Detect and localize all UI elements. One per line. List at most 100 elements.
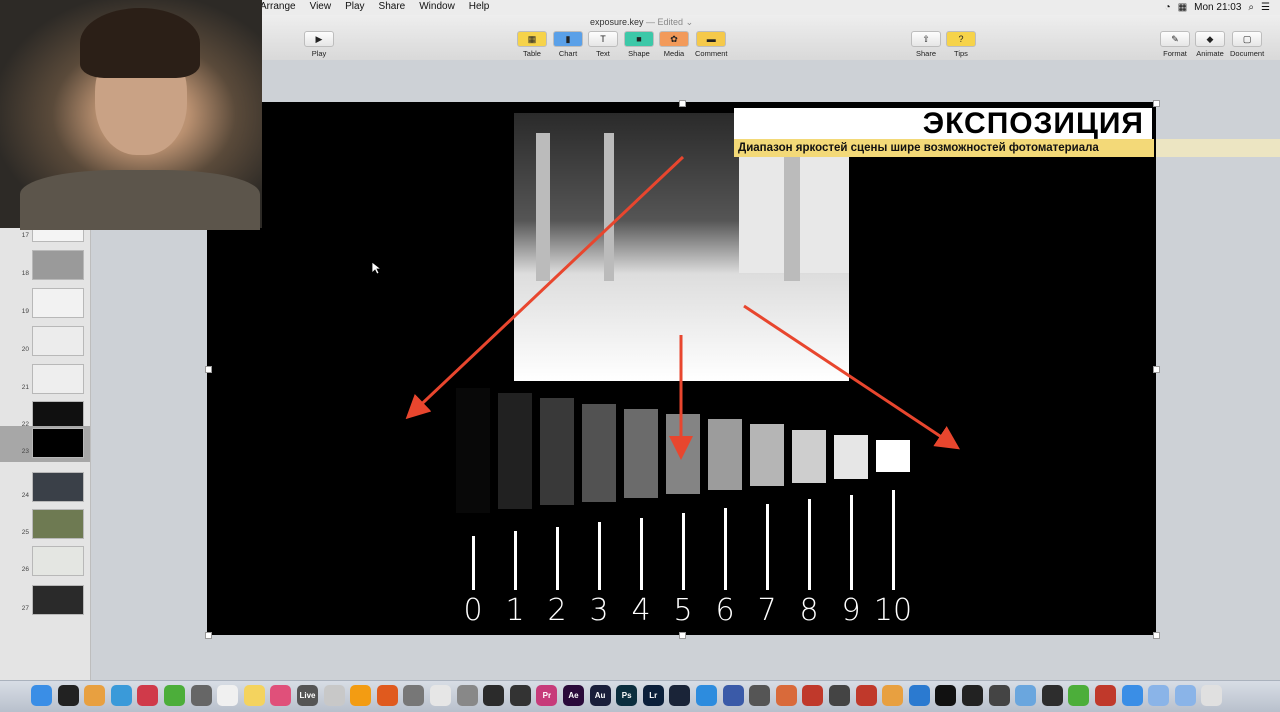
- dock-app-icon[interactable]: Ae: [563, 685, 584, 706]
- menu-view[interactable]: View: [310, 1, 332, 12]
- selection-handle[interactable]: [679, 632, 686, 639]
- dock-app-icon[interactable]: [217, 685, 239, 706]
- dock-app-icon[interactable]: [908, 685, 930, 706]
- dock-app-icon[interactable]: [190, 685, 212, 706]
- text-button[interactable]: T Text: [588, 31, 618, 58]
- comment-button[interactable]: ▬ Comment: [695, 31, 728, 58]
- dock-app-icon[interactable]: Lr: [642, 685, 664, 706]
- slide-thumbnail-row[interactable]: 19: [0, 286, 90, 322]
- dock-app-icon[interactable]: [722, 685, 744, 706]
- dock-app-icon[interactable]: [696, 685, 717, 706]
- dock-app-icon[interactable]: [350, 685, 372, 706]
- table-button[interactable]: ▦ Table: [517, 31, 547, 58]
- dock-app-icon[interactable]: [1015, 685, 1037, 706]
- dock-app-icon[interactable]: Ps: [616, 685, 638, 706]
- notifications-icon[interactable]: ☰: [1261, 1, 1270, 14]
- slide-thumbnail-row[interactable]: 27: [0, 583, 90, 619]
- current-slide[interactable]: ЭКСПОЗИЦИЯ Диапазон яркостей сцены шире …: [207, 102, 1156, 635]
- dock-app-icon[interactable]: [1095, 685, 1116, 706]
- dock-app-icon[interactable]: [164, 685, 185, 706]
- dock-app-icon[interactable]: [775, 685, 797, 706]
- slide-number: 23: [21, 448, 29, 455]
- dock-app-icon[interactable]: [243, 685, 265, 706]
- menu-window[interactable]: Window: [419, 1, 455, 12]
- selection-handle[interactable]: [1153, 366, 1160, 373]
- dock-app-icon[interactable]: [1068, 685, 1090, 706]
- menu-play[interactable]: Play: [345, 1, 364, 12]
- animate-button[interactable]: ◆ Animate: [1195, 31, 1225, 58]
- slide-thumbnail-row[interactable]: 26: [0, 544, 90, 580]
- play-button[interactable]: ▶ Play: [304, 31, 334, 58]
- dock-app-icon[interactable]: Live: [297, 685, 318, 706]
- dock-app-icon[interactable]: [802, 685, 824, 706]
- dock-app-icon[interactable]: [31, 685, 52, 706]
- shape-icon: ■: [624, 31, 654, 47]
- dock-app-icon[interactable]: [323, 685, 345, 706]
- slide-thumbnail-row[interactable]: 20: [0, 324, 90, 360]
- share-label: Share: [915, 49, 936, 58]
- dock-app-icon[interactable]: [110, 685, 132, 706]
- dock-app-icon[interactable]: [84, 685, 106, 706]
- dock-app-icon[interactable]: [988, 685, 1010, 706]
- slide-thumbnail[interactable]: [32, 326, 84, 356]
- slide-thumbnail[interactable]: [32, 585, 84, 615]
- tips-button[interactable]: ? Tips: [946, 31, 976, 58]
- dock-app-icon[interactable]: [1121, 685, 1143, 706]
- dock-app-icon[interactable]: [1148, 685, 1170, 706]
- slide-thumbnail[interactable]: [32, 472, 84, 502]
- dock-app-icon[interactable]: [829, 685, 850, 706]
- selection-handle[interactable]: [1153, 632, 1160, 639]
- dock-app-icon[interactable]: [430, 685, 451, 706]
- menu-help[interactable]: Help: [469, 1, 490, 12]
- dock-app-icon[interactable]: [749, 685, 771, 706]
- slide-thumbnail[interactable]: [32, 288, 84, 318]
- clock-text[interactable]: Mon 21:03: [1194, 1, 1241, 14]
- dock-app-icon[interactable]: [57, 685, 79, 706]
- dock-app-icon[interactable]: [1041, 685, 1063, 706]
- dock-app-icon[interactable]: [270, 685, 292, 706]
- slide-thumbnail-row[interactable]: 24: [0, 470, 90, 506]
- dock-app-icon[interactable]: [882, 685, 904, 706]
- format-button[interactable]: ✎ Format: [1160, 31, 1190, 58]
- dock-app-icon[interactable]: [483, 685, 505, 706]
- comment-icon: ▬: [696, 31, 727, 47]
- slide-thumbnail[interactable]: [32, 428, 84, 458]
- dock-app-icon[interactable]: [509, 685, 531, 706]
- slide-thumbnail[interactable]: [32, 250, 84, 280]
- dock-app-icon[interactable]: [456, 685, 478, 706]
- selection-handle[interactable]: [205, 632, 212, 639]
- dock-app-icon[interactable]: Pr: [536, 685, 558, 706]
- dock-app-icon[interactable]: [962, 685, 983, 706]
- shape-button[interactable]: ■ Shape: [624, 31, 654, 58]
- slide-thumbnail-row[interactable]: 21: [0, 362, 90, 398]
- slide-thumbnail[interactable]: [32, 546, 84, 576]
- slide-thumbnail-row[interactable]: 23: [0, 426, 90, 462]
- dock-app-icon[interactable]: [137, 685, 159, 706]
- menu-share[interactable]: Share: [379, 1, 406, 12]
- dock-app-icon[interactable]: Au: [589, 685, 611, 706]
- slide-thumbnail[interactable]: [32, 364, 84, 394]
- dock-app-icon[interactable]: [669, 685, 691, 706]
- dock-app-icon[interactable]: [376, 685, 398, 706]
- dock-app-icon[interactable]: [935, 685, 957, 706]
- document-state[interactable]: — Edited ⌄: [646, 17, 693, 27]
- search-icon[interactable]: ⌕: [1248, 1, 1254, 14]
- document-button[interactable]: ▢ Document: [1230, 31, 1264, 58]
- media-button[interactable]: ✿ Media: [659, 31, 689, 58]
- document-label: Document: [1230, 49, 1265, 58]
- dock-app-icon[interactable]: [1201, 685, 1223, 706]
- dock-app-icon[interactable]: [855, 685, 877, 706]
- dock-app-icon[interactable]: [403, 685, 425, 706]
- wifi-icon[interactable]: ◔: [1165, 1, 1171, 14]
- dock-app-icon[interactable]: [1174, 685, 1196, 706]
- slide-thumbnail-row[interactable]: 25: [0, 507, 90, 543]
- slide-thumbnail[interactable]: [32, 509, 84, 539]
- selection-handle[interactable]: [679, 100, 686, 107]
- selection-handle[interactable]: [1153, 100, 1160, 107]
- selection-handle[interactable]: [205, 366, 212, 373]
- chart-button[interactable]: ▮ Chart: [553, 31, 583, 58]
- menu-arrange[interactable]: Arrange: [260, 1, 296, 12]
- share-button[interactable]: ⇧ Share: [911, 31, 941, 58]
- slide-thumbnail-row[interactable]: 18: [0, 248, 90, 284]
- flag-icon[interactable]: ▦: [1178, 1, 1187, 14]
